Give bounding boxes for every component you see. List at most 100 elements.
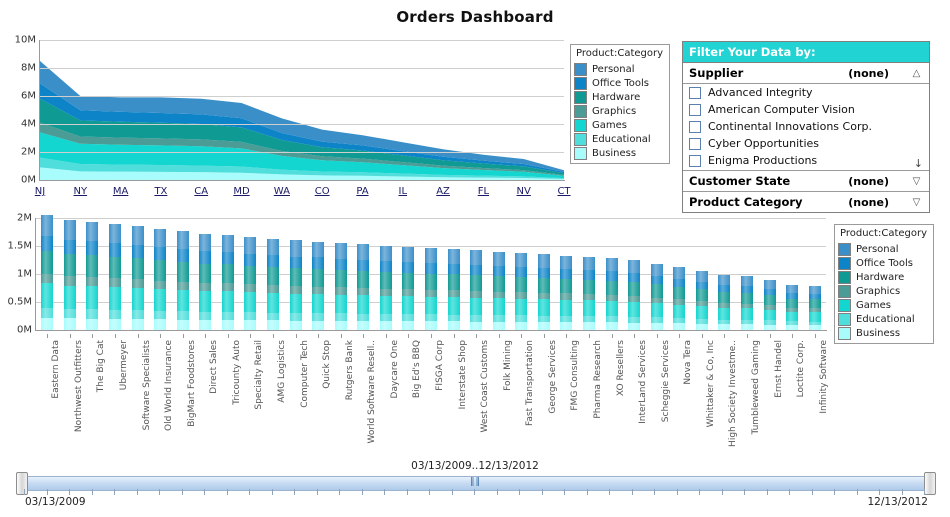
list-item[interactable]: Cyber Opportunities <box>683 135 929 152</box>
chevron-up-icon[interactable]: △ <box>911 68 923 79</box>
x-axis-category-link[interactable]: CT <box>557 186 570 197</box>
bar-column[interactable] <box>334 243 347 330</box>
chevron-down-icon[interactable]: ▽ <box>911 197 923 208</box>
filter-section-product-category[interactable]: Product Category (none) ▽ <box>683 192 929 212</box>
bar-segment <box>63 220 76 240</box>
bar-column[interactable] <box>718 275 731 330</box>
x-axis-tick <box>115 334 116 338</box>
bar-column[interactable] <box>470 250 483 330</box>
list-item[interactable]: Continental Innovations Corp. <box>683 118 929 135</box>
bar-segment <box>199 251 212 264</box>
slider-grip-icon[interactable]: ‖‖ <box>470 478 481 487</box>
chevron-down-icon[interactable]: ▽ <box>911 176 923 187</box>
filter-section-supplier[interactable]: Supplier (none) △ <box>683 63 929 84</box>
x-axis-category-label: Folk Mining <box>502 340 513 391</box>
x-axis-category-link[interactable]: PA <box>356 186 368 197</box>
checkbox-icon[interactable] <box>689 103 701 116</box>
bar-column[interactable] <box>786 285 799 330</box>
bar-segment <box>267 285 279 294</box>
filter-section-customer-state[interactable]: Customer State (none) ▽ <box>683 171 929 192</box>
x-axis-category-link[interactable]: MD <box>233 186 249 197</box>
x-axis-tick <box>137 334 139 338</box>
bar-segment <box>334 294 347 314</box>
bar-column[interactable] <box>221 234 234 330</box>
bar-column[interactable] <box>357 244 370 330</box>
x-axis-category-link[interactable]: CO <box>315 186 330 197</box>
x-axis-category-link[interactable]: AZ <box>436 186 450 197</box>
bar-column[interactable] <box>628 260 641 330</box>
bar-segment <box>492 321 505 330</box>
bar-segment <box>63 276 76 286</box>
bar-segment <box>628 281 641 296</box>
bar-column[interactable] <box>402 247 415 330</box>
bar-column[interactable] <box>41 215 54 330</box>
x-axis-category-link[interactable]: NY <box>74 186 88 197</box>
bar-column[interactable] <box>583 257 595 330</box>
scroll-down-icon[interactable]: ↓ <box>914 158 923 169</box>
legend-item-label: Personal <box>592 63 635 75</box>
x-axis-category-link[interactable]: WA <box>274 186 290 197</box>
bar-column[interactable] <box>650 263 663 330</box>
bar-column[interactable] <box>199 233 212 330</box>
bar-segment <box>357 295 370 314</box>
x-axis-tick <box>476 334 478 338</box>
list-item[interactable]: Advanced Integrity <box>683 84 929 101</box>
bar-column[interactable] <box>379 246 392 330</box>
bar-column[interactable] <box>131 225 144 330</box>
bar-segment <box>131 225 144 245</box>
bar-column[interactable] <box>154 229 167 330</box>
bar-segment <box>86 309 99 319</box>
bar-column[interactable] <box>808 285 821 330</box>
checkbox-icon[interactable] <box>689 154 701 167</box>
list-item-label: Continental Innovations Corp. <box>708 120 872 133</box>
bar-segment <box>199 311 212 320</box>
x-axis-tick <box>340 334 342 338</box>
checkbox-icon[interactable] <box>689 120 701 133</box>
bar-column[interactable] <box>515 252 528 330</box>
bar-column[interactable] <box>86 221 99 330</box>
bar-column[interactable] <box>244 237 257 330</box>
x-axis-tick <box>814 334 816 338</box>
bar-segment <box>650 284 663 298</box>
bar-segment <box>492 265 505 276</box>
x-axis-category-link[interactable]: TX <box>154 186 167 197</box>
x-axis-tick <box>408 334 410 338</box>
bar-column[interactable] <box>560 255 573 330</box>
bar-column[interactable] <box>312 241 325 330</box>
bar-segment <box>379 321 392 330</box>
checkbox-icon[interactable] <box>689 86 701 99</box>
bar-column[interactable] <box>425 248 437 330</box>
bar-column[interactable] <box>109 223 121 330</box>
bar-column[interactable] <box>605 258 618 330</box>
bar-column[interactable] <box>673 267 686 330</box>
bar-segment <box>109 223 121 243</box>
x-axis-category-link[interactable]: MA <box>113 186 128 197</box>
bar-chart-plot <box>36 215 826 330</box>
bar-column[interactable] <box>176 231 189 330</box>
bar-column[interactable] <box>763 279 776 330</box>
filter-section-value: (none) <box>848 66 889 80</box>
bar-column[interactable] <box>267 238 279 330</box>
x-axis-category-link[interactable]: NJ <box>35 186 45 197</box>
bar-column[interactable] <box>741 276 753 330</box>
checkbox-icon[interactable] <box>689 137 701 150</box>
bar-column[interactable] <box>63 220 76 330</box>
bar-column[interactable] <box>492 251 505 330</box>
bar-segment <box>312 320 325 330</box>
bar-segment <box>537 299 550 316</box>
bar-column[interactable] <box>537 254 550 330</box>
date-range-slider[interactable]: 03/13/2009..12/13/2012 ‖‖ 03/13/2009 12/… <box>0 460 950 517</box>
bar-column[interactable] <box>447 249 460 330</box>
list-item[interactable]: American Computer Vision <box>683 101 929 118</box>
list-item[interactable]: Enigma Productions <box>683 152 929 169</box>
bar-column[interactable] <box>289 240 302 330</box>
bar-segment <box>334 258 347 271</box>
x-axis-category-link[interactable]: NV <box>517 186 531 197</box>
bar-column[interactable] <box>695 271 708 330</box>
bar-segment <box>650 323 663 330</box>
x-axis-category-link[interactable]: FL <box>478 186 489 197</box>
date-range-caption: 03/13/2009..12/13/2012 <box>411 460 539 472</box>
x-axis-tick <box>769 334 771 338</box>
x-axis-category-link[interactable]: IL <box>399 186 408 197</box>
x-axis-category-link[interactable]: CA <box>194 186 208 197</box>
